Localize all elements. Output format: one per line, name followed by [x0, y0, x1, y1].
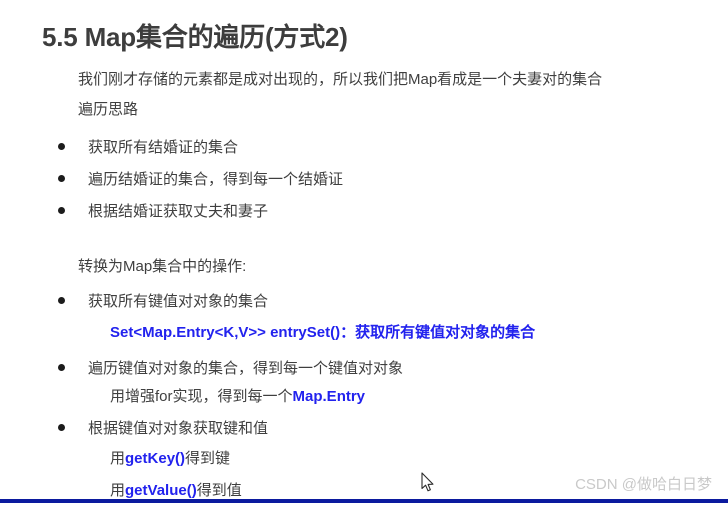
getkey-method-name: getKey(): [125, 450, 186, 467]
slide-canvas: 5.5 Map集合的遍历(方式2) 我们刚才存储的元素都是成对出现的，所以我们把…: [0, 0, 728, 510]
list-item-label: 遍历键值对对象的集合，得到每一个键值对对象: [88, 360, 404, 377]
page-title: 5.5 Map集合的遍历(方式2): [42, 22, 348, 52]
bullet-dot-icon: [58, 424, 65, 431]
foreach-hint-prefix: 用增强for实现，得到每一个: [110, 388, 293, 405]
list-item: 获取所有结婚证的集合: [58, 136, 238, 157]
code-signature-entryset: Set<Map.Entry<K,V>> entrySet()：获取所有键值对对象…: [110, 324, 536, 341]
list-item: 遍历结婚证的集合，得到每一个结婚证: [58, 168, 343, 189]
list-item-label: 遍历结婚证的集合，得到每一个结婚证: [88, 171, 344, 188]
list-item-label: 根据键值对对象获取键和值: [88, 420, 269, 437]
mouse-cursor-icon: [421, 472, 437, 494]
list-item-label: 获取所有键值对对象的集合: [88, 293, 269, 310]
bullet-dot-icon: [58, 143, 65, 150]
getvalue-method-name: getValue(): [125, 482, 197, 499]
list-item: 获取所有键值对对象的集合: [58, 290, 268, 311]
list-item-label: 根据结婚证获取丈夫和妻子: [88, 203, 269, 220]
bullet-dot-icon: [58, 297, 65, 304]
csdn-watermark: CSDN @做哈白日梦: [575, 476, 712, 493]
getvalue-hint-suffix: 得到值: [196, 482, 242, 499]
getvalue-hint-prefix: 用: [110, 482, 126, 499]
section-lead-text: 转换为Map集合中的操作:: [78, 258, 247, 275]
intro-paragraph-line-2: 遍历思路: [78, 101, 139, 118]
getkey-hint-prefix: 用: [110, 450, 126, 467]
bullet-dot-icon: [58, 207, 65, 214]
getvalue-hint-line: 用getValue()得到值: [110, 479, 242, 500]
getkey-hint-line: 用getKey()得到键: [110, 447, 230, 468]
list-item: 根据结婚证获取丈夫和妻子: [58, 200, 268, 221]
intro-paragraph-line-1: 我们刚才存储的元素都是成对出现的，所以我们把Map看成是一个夫妻对的集合: [78, 71, 603, 88]
bullet-dot-icon: [58, 175, 65, 182]
bullet-dot-icon: [58, 364, 65, 371]
getkey-hint-suffix: 得到键: [185, 450, 231, 467]
list-item-label: 获取所有结婚证的集合: [88, 139, 239, 156]
list-item: 根据键值对对象获取键和值: [58, 417, 268, 438]
list-item: 遍历键值对对象的集合，得到每一个键值对对象: [58, 357, 403, 378]
bottom-accent-bar: [0, 499, 728, 503]
foreach-hint-line: 用增强for实现，得到每一个Map.Entry: [110, 385, 365, 406]
foreach-hint-highlight: Map.Entry: [292, 388, 366, 405]
